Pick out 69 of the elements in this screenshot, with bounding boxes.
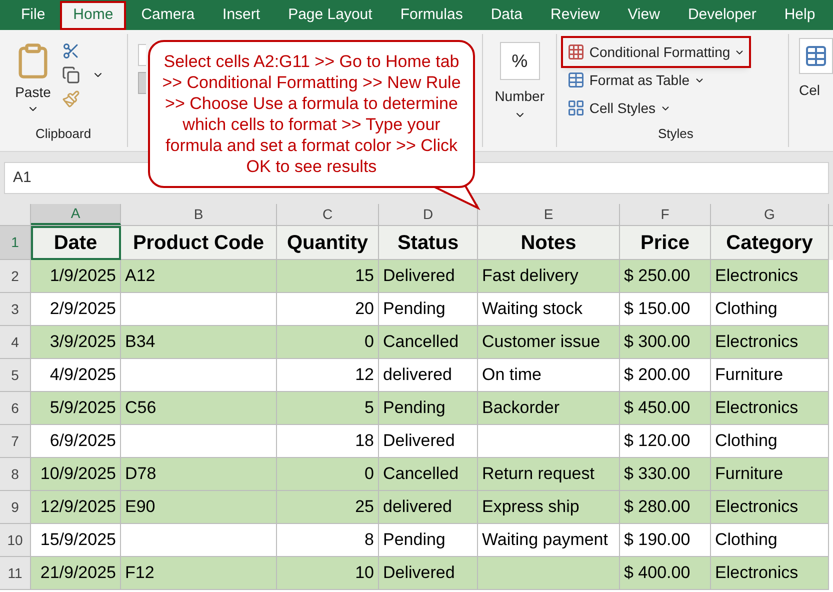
- table-cell: 5: [277, 392, 379, 425]
- table-cell: $ 150.00: [620, 293, 711, 326]
- table-cell: Express ship: [478, 491, 620, 524]
- group-label: Clipboard: [34, 124, 92, 143]
- table-cell: $ 120.00: [620, 425, 711, 458]
- table-cell: Electronics: [711, 491, 829, 524]
- table-cell: 12: [277, 359, 379, 392]
- table-cell: F12: [121, 557, 277, 590]
- table-cell: $ 200.00: [620, 359, 711, 392]
- table-cell: 25: [277, 491, 379, 524]
- table-cell: Pending: [379, 392, 478, 425]
- table-cell: 1/9/2025: [31, 260, 121, 293]
- table-cell: Delivered: [379, 557, 478, 590]
- group-label: Styles: [656, 124, 694, 143]
- table-cell: Electronics: [711, 260, 829, 293]
- table-cell: Backorder: [478, 392, 620, 425]
- table-cell: Electronics: [711, 326, 829, 359]
- table-cell: 15: [277, 260, 379, 293]
- table-cell: 0: [277, 458, 379, 491]
- table-cell: delivered: [379, 359, 478, 392]
- table-cell: Cancelled: [379, 458, 478, 491]
- table-cell: Pending: [379, 524, 478, 557]
- table-cell: $ 280.00: [620, 491, 711, 524]
- table-cell: Furniture: [711, 458, 829, 491]
- table-cell: 6/9/2025: [31, 425, 121, 458]
- table-cell: Waiting payment: [478, 524, 620, 557]
- table-cell: Clothing: [711, 524, 829, 557]
- table-cell: $ 330.00: [620, 458, 711, 491]
- table-cell: Return request: [478, 458, 620, 491]
- table-cell: delivered: [379, 491, 478, 524]
- table-cell: 20: [277, 293, 379, 326]
- table-cell: 15/9/2025: [31, 524, 121, 557]
- table-cell: 0: [277, 326, 379, 359]
- table-cell: $ 300.00: [620, 326, 711, 359]
- table-cell: Fast delivery: [478, 260, 620, 293]
- table-cell: 2/9/2025: [31, 293, 121, 326]
- table-cell: B34: [121, 326, 277, 359]
- table-cell: On time: [478, 359, 620, 392]
- table-cell: 4/9/2025: [31, 359, 121, 392]
- table-cell: Delivered: [379, 260, 478, 293]
- table-cell: Pending: [379, 293, 478, 326]
- table-cell: Clothing: [711, 425, 829, 458]
- table-cell: 18: [277, 425, 379, 458]
- table-cell: 8: [277, 524, 379, 557]
- table-cell: Waiting stock: [478, 293, 620, 326]
- table-cell: $ 400.00: [620, 557, 711, 590]
- table-cell: E90: [121, 491, 277, 524]
- header-cell: Date: [31, 226, 121, 260]
- table-cell: C56: [121, 392, 277, 425]
- group-label: Number: [494, 87, 544, 106]
- table-cell: 21/9/2025: [31, 557, 121, 590]
- table-cell: Cancelled: [379, 326, 478, 359]
- table-cell: Electronics: [711, 392, 829, 425]
- table-cell: $ 450.00: [620, 392, 711, 425]
- table-cell: Delivered: [379, 425, 478, 458]
- table-cell: 10/9/2025: [31, 458, 121, 491]
- callout-bubble: Select cells A2:G11 >> Go to Home tab >> Conditional Formatting >> New Rule >> Choose Use a formula to determine which cells to format >> Type your formula and set a format color >> Click OK to see results: [148, 40, 475, 188]
- table-cell: 10: [277, 557, 379, 590]
- table-cell: Customer issue: [478, 326, 620, 359]
- table-cell: $ 190.00: [620, 524, 711, 557]
- table-cell: 3/9/2025: [31, 326, 121, 359]
- table-cell: 12/9/2025: [31, 491, 121, 524]
- table-cell: 5/9/2025: [31, 392, 121, 425]
- table-cell: $ 250.00: [620, 260, 711, 293]
- table-cell: Furniture: [711, 359, 829, 392]
- table-cell: A12: [121, 260, 277, 293]
- table-cell: Electronics: [711, 557, 829, 590]
- table-cell: D78: [121, 458, 277, 491]
- table-cell: Clothing: [711, 293, 829, 326]
